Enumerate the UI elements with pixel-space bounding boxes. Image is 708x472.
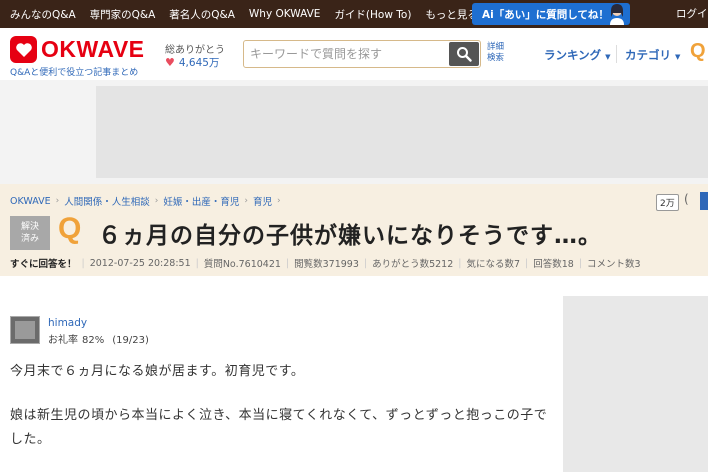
ai-avatar-icon — [610, 4, 624, 25]
nav-expert-qa[interactable]: 専門家のQ&A — [90, 7, 156, 22]
ai-button-label: Ai「あい」に質問してね！ — [482, 8, 609, 21]
meta-views: 閲覧数371993 — [294, 259, 359, 270]
total-thanks-label: 総ありがとう — [165, 45, 225, 56]
meta-divider: | — [525, 257, 529, 269]
advanced-search-link[interactable]: 詳細 検索 — [487, 42, 504, 64]
nav-more-label: もっと見る — [425, 8, 478, 21]
user-stats: お礼率 82% (19/23) — [48, 331, 149, 346]
caret-down-icon: ▼ — [605, 53, 611, 61]
nav-divider — [616, 45, 617, 63]
question-header: OKWAVE › 人間関係・人生相談 › 妊娠・出産・育児 › 育児 › 2万 … — [0, 184, 708, 276]
ai-question-button[interactable]: Ai「あい」に質問してね！ — [472, 3, 630, 25]
tagline-link[interactable]: Q&Aと便利で役立つ記事まとめ — [10, 65, 138, 78]
bookmark-paren: ( — [684, 192, 689, 206]
avatar[interactable] — [10, 316, 40, 344]
search-icon — [457, 47, 472, 62]
search-input[interactable] — [244, 41, 449, 67]
chevron-right-icon: › — [55, 196, 60, 206]
login-link[interactable]: ログイ — [676, 0, 708, 28]
ad-area — [0, 80, 708, 184]
breadcrumb-pregnancy[interactable]: 妊娠・出産・育児 — [163, 194, 239, 208]
solved-badge: 解決 済み — [10, 216, 50, 250]
advanced-search-line1: 詳細 — [487, 42, 505, 52]
urgent-label: すぐに回答を！ — [10, 259, 77, 270]
chevron-right-icon: › — [277, 196, 281, 206]
heart-logo-icon — [10, 36, 37, 63]
question-paragraph: 娘は新生児の頃から本当によく泣き、本当に寝てくれなくて、ずっとずっと抱っこの子で… — [10, 408, 548, 447]
thanks-rate-ratio: (19/23) — [112, 335, 149, 346]
breadcrumb: OKWAVE › 人間関係・人生相談 › 妊娠・出産・育児 › 育児 › — [10, 194, 286, 209]
nav-why-okwave[interactable]: Why OKWAVE — [249, 8, 321, 20]
solved-line2: 済み — [20, 234, 39, 244]
sidebar-ad[interactable] — [563, 296, 708, 472]
total-thanks-count: ♥ 4,645万 — [165, 55, 219, 70]
chevron-right-icon: › — [244, 196, 248, 206]
ranking-menu[interactable]: ランキング ▼ — [544, 47, 611, 63]
caret-down-icon: ▼ — [675, 53, 681, 61]
bookmark-count[interactable]: 2万 — [656, 194, 679, 211]
okwave-logo[interactable]: OKWAVE — [10, 36, 145, 63]
question-q-icon: Q — [58, 212, 82, 245]
breadcrumb-okwave[interactable]: OKWAVE — [10, 196, 51, 207]
ranking-label: ランキング — [544, 48, 602, 62]
meta-divider: | — [81, 257, 85, 269]
meta-comments: コメント数3 — [587, 259, 641, 270]
meta-divider: | — [195, 257, 199, 269]
meta-divider: | — [578, 257, 583, 269]
question-body: himady お礼率 82% (19/23) 今月末で６ヵ月になる娘が居ます。初育児… — [0, 276, 708, 472]
breadcrumb-relationships[interactable]: 人間関係・人生相談 — [64, 194, 150, 208]
share-button[interactable] — [700, 192, 708, 210]
search-box — [243, 40, 481, 68]
chevron-right-icon: › — [154, 196, 159, 206]
meta-divider: | — [363, 257, 368, 269]
category-label: カテゴリ — [625, 48, 671, 62]
top-nav-bar: みんなのQ&A 専門家のQ&A 著名人のQ&A Why OKWAVE ガイド(H… — [0, 0, 708, 28]
meta-thanks: ありがとう数5212 — [372, 259, 454, 270]
meta-divider: | — [285, 257, 290, 269]
nav-minna-qa[interactable]: みんなのQ&A — [10, 7, 76, 22]
search-button[interactable] — [449, 42, 479, 66]
site-header: OKWAVE Q&Aと便利で役立つ記事まとめ 総ありがとう ♥ 4,645万 詳… — [0, 28, 708, 80]
nav-celebrity-qa[interactable]: 著名人のQ&A — [169, 7, 235, 22]
meta-divider: | — [458, 257, 462, 269]
breadcrumb-childcare[interactable]: 育児 — [253, 194, 272, 208]
question-title: ６ヵ月の自分の子供が嫌いになりそうです…。 — [98, 223, 602, 249]
q-logo-icon[interactable]: Q — [690, 40, 706, 63]
nav-guide[interactable]: ガイド(How To) — [334, 7, 411, 22]
logo-text: OKWAVE — [41, 36, 145, 62]
username-link[interactable]: himady — [48, 317, 87, 329]
meta-question-no: 質問No.7610421 — [203, 259, 281, 270]
thanks-rate-value: 82% — [82, 335, 105, 346]
thanks-rate-label: お礼率 — [48, 335, 78, 346]
category-menu[interactable]: カテゴリ ▼ — [625, 47, 680, 63]
meta-datetime: 2012-07-25 20:28:51 — [89, 257, 191, 269]
avatar-image — [15, 321, 35, 339]
top-nav: みんなのQ&A 専門家のQ&A 著名人のQ&A Why OKWAVE ガイド(H… — [0, 0, 501, 28]
ad-banner[interactable] — [96, 86, 708, 178]
meta-watch: 気になる数7 — [466, 259, 521, 270]
solved-line1: 解決 — [20, 222, 39, 232]
thanks-count-value: 4,645万 — [178, 57, 220, 69]
question-meta: すぐに回答を！ | 2012-07-25 20:28:51 | 質問No.761… — [10, 256, 641, 271]
meta-answers: 回答数18 — [533, 259, 574, 270]
advanced-search-line2: 検索 — [487, 53, 505, 63]
question-paragraph: 今月末で６ヵ月になる娘が居ます。初育児です。 — [10, 364, 305, 379]
heart-icon: ♥ — [165, 56, 175, 69]
